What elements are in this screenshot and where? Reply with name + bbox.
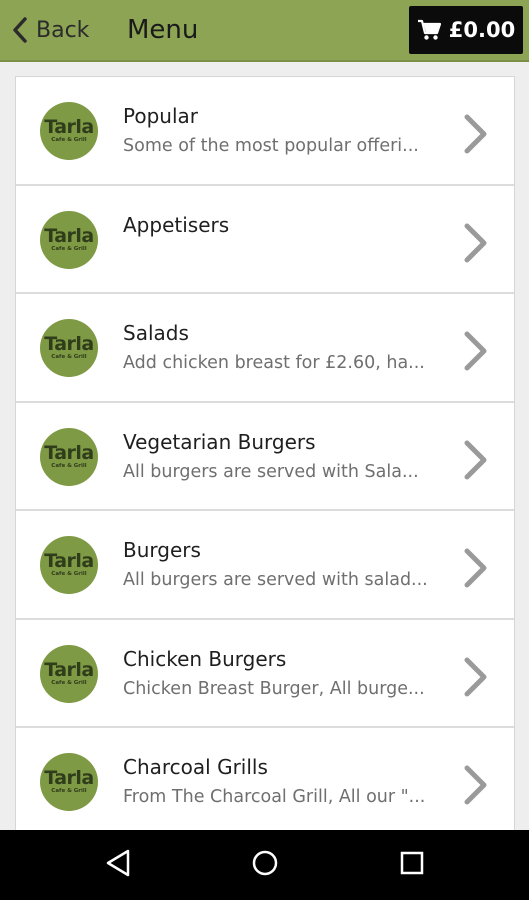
menu-category-appetisers[interactable]: Tarla Cafe & Grill Appetisers — [16, 186, 514, 294]
menu-category-list: Tarla Cafe & Grill Popular Some of the m… — [15, 76, 515, 838]
chevron-right-icon — [464, 331, 487, 371]
cart-total: £0.00 — [448, 18, 516, 42]
back-button[interactable]: Back — [12, 12, 89, 48]
tarla-logo: Tarla Cafe & Grill — [40, 210, 98, 269]
tarla-logo: Tarla Cafe & Grill — [40, 319, 98, 377]
category-name: Burgers — [123, 538, 201, 562]
menu-category-burgers[interactable]: Tarla Cafe & Grill Burgers All burgers a… — [16, 511, 514, 620]
tarla-logo: Tarla Cafe & Grill — [40, 102, 98, 160]
chevron-right-icon — [464, 548, 487, 588]
chevron-right-icon — [464, 440, 487, 479]
triangle-back-icon[interactable] — [104, 847, 132, 879]
category-description: Add chicken breast for £2.60, ha... — [123, 353, 425, 373]
chevron-right-icon — [464, 114, 487, 154]
category-description: Some of the most popular offeri... — [123, 136, 419, 156]
back-label: Back — [36, 17, 90, 43]
menu-category-charcoal-grills[interactable]: Tarla Cafe & Grill Charcoal Grills From … — [16, 728, 514, 837]
category-description: From The Charcoal Grill, All our "... — [123, 787, 426, 807]
menu-category-chicken-burgers[interactable]: Tarla Cafe & Grill Chicken Burgers Chick… — [16, 620, 514, 728]
chevron-right-icon — [464, 223, 487, 262]
app-header: Back Menu £0.00 — [0, 0, 529, 62]
tarla-logo: Tarla Cafe & Grill — [40, 536, 98, 594]
category-name: Popular — [123, 104, 198, 128]
menu-category-vegetarian-burgers[interactable]: Tarla Cafe & Grill Vegetarian Burgers Al… — [16, 403, 514, 511]
chevron-right-icon — [464, 657, 487, 696]
category-description: All burgers are served with salad... — [123, 570, 428, 590]
menu-category-salads[interactable]: Tarla Cafe & Grill Salads Add chicken br… — [16, 294, 514, 403]
category-description: All burgers are served with Sala... — [123, 461, 419, 482]
chevron-right-icon — [464, 765, 487, 805]
category-description: Chicken Breast Burger, All burge... — [123, 678, 425, 699]
tarla-logo: Tarla Cafe & Grill — [40, 427, 98, 486]
category-name: Charcoal Grills — [123, 755, 268, 779]
category-name: Chicken Burgers — [123, 646, 287, 671]
category-name: Appetisers — [123, 212, 230, 237]
category-name: Vegetarian Burgers — [123, 429, 316, 454]
cart-button[interactable]: £0.00 — [409, 6, 523, 54]
page-title: Menu — [127, 15, 199, 45]
tarla-logo: Tarla Cafe & Grill — [40, 753, 98, 811]
category-name: Salads — [123, 321, 189, 345]
circle-home-icon[interactable] — [250, 847, 280, 879]
system-nav-bar — [0, 830, 529, 900]
tarla-logo: Tarla Cafe & Grill — [40, 644, 98, 703]
shopping-cart-icon — [417, 19, 441, 40]
chevron-left-icon — [13, 17, 27, 43]
menu-category-popular[interactable]: Tarla Cafe & Grill Popular Some of the m… — [16, 77, 514, 186]
square-recents-icon[interactable] — [398, 847, 426, 879]
